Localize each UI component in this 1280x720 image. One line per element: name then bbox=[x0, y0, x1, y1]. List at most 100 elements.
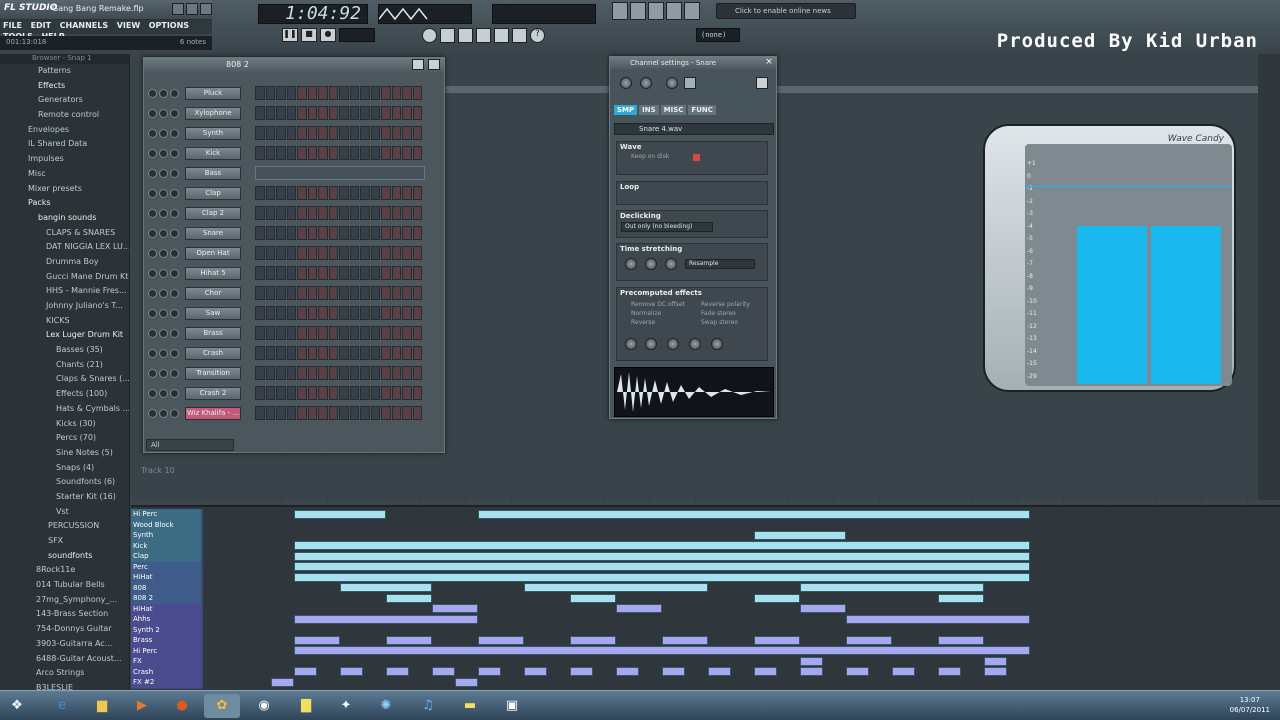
step-button[interactable] bbox=[255, 246, 265, 260]
step-button[interactable] bbox=[370, 226, 380, 240]
volume-knob[interactable] bbox=[170, 229, 179, 238]
volume-knob[interactable] bbox=[170, 409, 179, 418]
online-news-button[interactable]: Click to enable online news bbox=[716, 3, 856, 19]
browser-item[interactable]: PERCUSSION bbox=[0, 519, 129, 534]
volume-knob[interactable] bbox=[170, 369, 179, 378]
pattern-block[interactable] bbox=[294, 509, 386, 519]
step-button[interactable] bbox=[360, 286, 370, 300]
pitch-knob[interactable] bbox=[666, 77, 678, 89]
piano-roll-button[interactable] bbox=[630, 2, 646, 20]
precomp-in-knob[interactable] bbox=[625, 338, 637, 350]
step-button[interactable] bbox=[402, 86, 412, 100]
step-button[interactable] bbox=[370, 366, 380, 380]
pattern-block[interactable] bbox=[846, 635, 892, 645]
step-button[interactable] bbox=[349, 406, 359, 420]
step-button[interactable] bbox=[381, 266, 391, 280]
step-button[interactable] bbox=[265, 246, 275, 260]
step-button[interactable] bbox=[265, 146, 275, 160]
step-button[interactable] bbox=[286, 306, 296, 320]
channel-button[interactable]: Xylophone bbox=[185, 107, 241, 120]
pan-knob[interactable] bbox=[159, 169, 168, 178]
step-button[interactable] bbox=[391, 126, 401, 140]
pattern-block[interactable] bbox=[386, 667, 409, 676]
browser-item[interactable]: 754-Donnys Guitar bbox=[0, 622, 129, 637]
browser-item[interactable]: Envelopes bbox=[0, 123, 129, 138]
declicking-select[interactable]: Out only (no bleeding) bbox=[621, 222, 713, 232]
step-button[interactable] bbox=[381, 246, 391, 260]
pattern-block[interactable] bbox=[938, 635, 984, 645]
volume-knob[interactable] bbox=[170, 209, 179, 218]
channel-settings-title[interactable]: Channel settings - Snare bbox=[610, 57, 776, 69]
step-button[interactable] bbox=[255, 386, 265, 400]
step-button[interactable] bbox=[307, 306, 317, 320]
step-button[interactable] bbox=[339, 266, 349, 280]
step-button[interactable] bbox=[318, 346, 328, 360]
menu-view[interactable]: VIEW bbox=[114, 20, 143, 31]
volume-knob[interactable] bbox=[170, 289, 179, 298]
stretch-time-knob[interactable] bbox=[665, 258, 677, 270]
step-button[interactable] bbox=[391, 386, 401, 400]
mute-led[interactable] bbox=[148, 289, 157, 298]
step-button[interactable] bbox=[307, 286, 317, 300]
step-button[interactable] bbox=[255, 226, 265, 240]
step-button[interactable] bbox=[265, 326, 275, 340]
step-button[interactable] bbox=[349, 286, 359, 300]
step-button[interactable] bbox=[286, 406, 296, 420]
mute-led[interactable] bbox=[148, 389, 157, 398]
step-button[interactable] bbox=[339, 146, 349, 160]
itunes-icon[interactable]: ♫ bbox=[410, 694, 446, 718]
browser-item[interactable]: Claps & Snares (... bbox=[0, 372, 129, 387]
step-button[interactable] bbox=[328, 286, 338, 300]
menu-edit[interactable]: EDIT bbox=[28, 20, 55, 31]
volume-knob[interactable] bbox=[170, 129, 179, 138]
reverse-polarity-checkbox[interactable]: Reverse polarity bbox=[687, 300, 767, 309]
step-button[interactable] bbox=[286, 346, 296, 360]
tempo-display[interactable] bbox=[339, 28, 375, 42]
step-button[interactable] bbox=[297, 366, 307, 380]
step-button[interactable] bbox=[339, 126, 349, 140]
channel-button[interactable]: Hihat 5 bbox=[185, 267, 241, 280]
app-icon[interactable]: ✦ bbox=[328, 694, 364, 718]
mixer-button[interactable] bbox=[666, 2, 682, 20]
fx-icon[interactable] bbox=[684, 77, 696, 89]
pan-knob[interactable] bbox=[159, 89, 168, 98]
step-button[interactable] bbox=[276, 366, 286, 380]
step-button[interactable] bbox=[255, 206, 265, 220]
step-button[interactable] bbox=[265, 306, 275, 320]
stretch-pitch-knob[interactable] bbox=[625, 258, 637, 270]
step-button[interactable] bbox=[276, 306, 286, 320]
browser-item[interactable]: Generators bbox=[0, 93, 129, 108]
browser-item[interactable]: IL Shared Data bbox=[0, 137, 129, 152]
browser-item[interactable]: Gucci Mane Drum Kt bbox=[0, 270, 129, 285]
browser-item[interactable]: Basses (35) bbox=[0, 343, 129, 358]
step-button[interactable] bbox=[328, 366, 338, 380]
mute-led[interactable] bbox=[148, 89, 157, 98]
step-button[interactable] bbox=[328, 126, 338, 140]
step-button[interactable] bbox=[412, 286, 422, 300]
pattern-block[interactable] bbox=[800, 667, 823, 676]
step-button[interactable] bbox=[370, 406, 380, 420]
step-button[interactable] bbox=[297, 346, 307, 360]
step-button[interactable] bbox=[360, 226, 370, 240]
pattern-block[interactable] bbox=[800, 604, 846, 613]
remove-dc-checkbox[interactable]: Remove DC offset bbox=[617, 300, 693, 309]
playlist-button[interactable] bbox=[612, 2, 628, 20]
step-button[interactable] bbox=[381, 326, 391, 340]
step-button[interactable] bbox=[286, 286, 296, 300]
browser-item[interactable]: Effects bbox=[0, 79, 129, 94]
pan-knob[interactable] bbox=[159, 349, 168, 358]
pattern-block[interactable] bbox=[570, 593, 616, 603]
step-button[interactable] bbox=[402, 346, 412, 360]
step-button[interactable] bbox=[370, 306, 380, 320]
step-button[interactable] bbox=[360, 86, 370, 100]
step-button[interactable] bbox=[255, 406, 265, 420]
pattern-block[interactable] bbox=[478, 509, 1030, 519]
browser-item[interactable]: 6488-Guitar Acoust... bbox=[0, 652, 129, 667]
play-selection-icon[interactable] bbox=[512, 28, 527, 43]
stop-icon[interactable]: ■ bbox=[301, 28, 317, 42]
pattern-block[interactable] bbox=[386, 635, 432, 645]
step-button[interactable] bbox=[391, 106, 401, 120]
step-button[interactable] bbox=[402, 126, 412, 140]
step-button[interactable] bbox=[412, 386, 422, 400]
step-button[interactable] bbox=[318, 226, 328, 240]
